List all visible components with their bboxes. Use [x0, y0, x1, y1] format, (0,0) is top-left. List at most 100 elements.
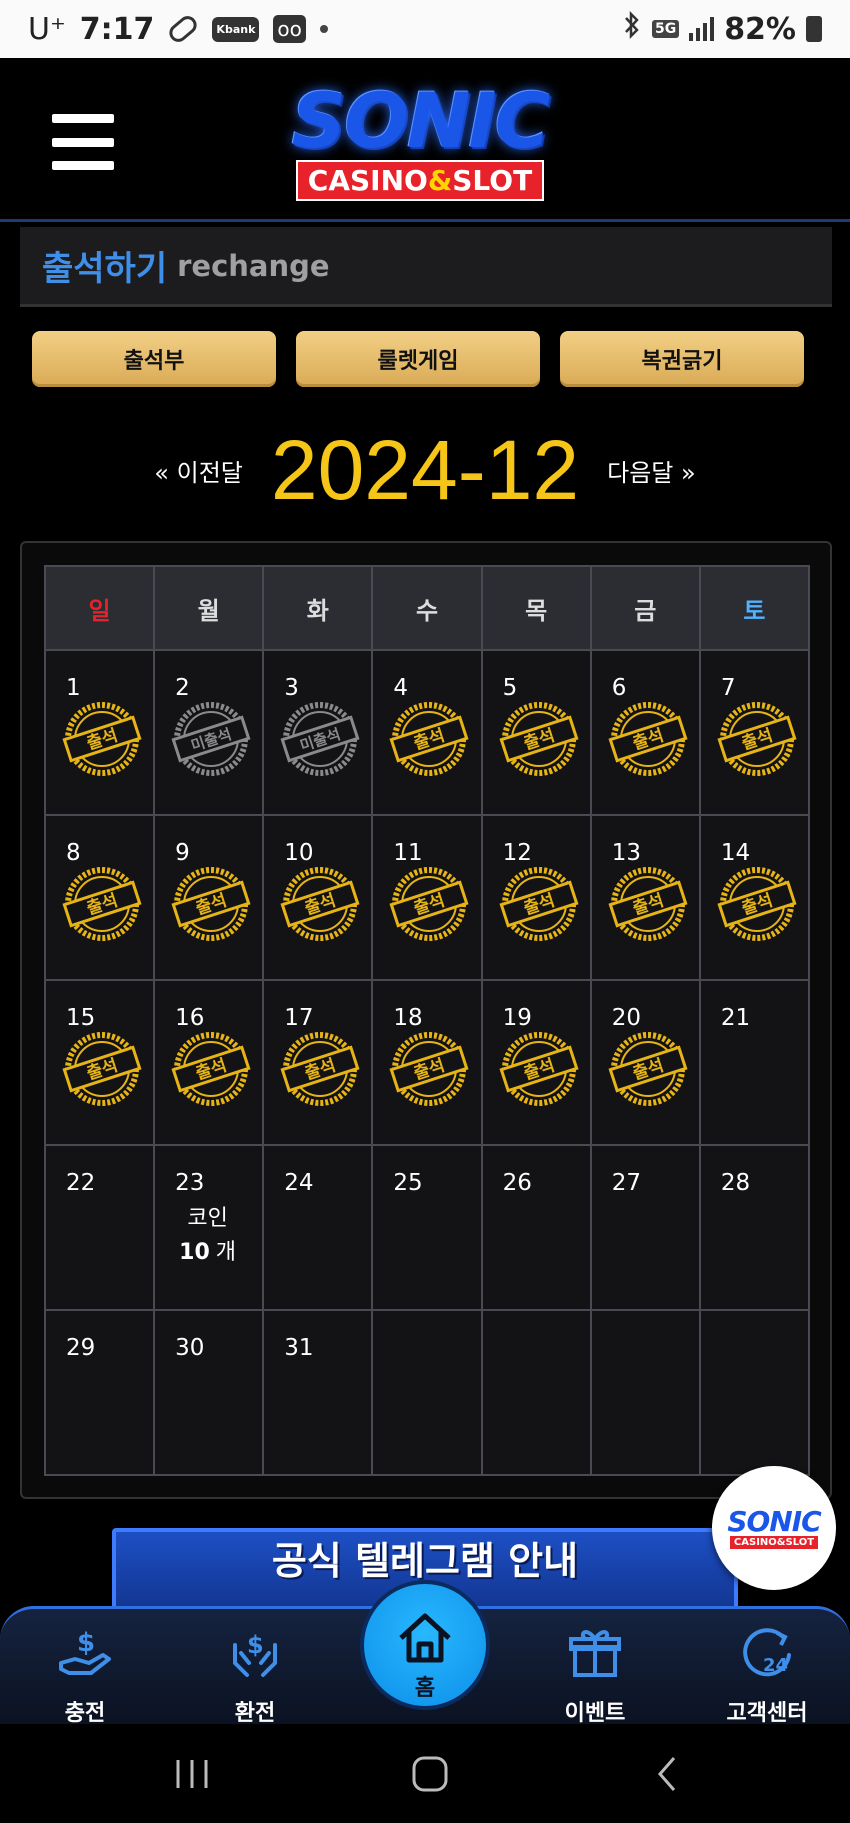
day-number: 24 — [284, 1170, 314, 1196]
calendar-day-cell[interactable]: 11 출석 — [371, 814, 483, 981]
coin-label: 코인 — [187, 1206, 228, 1231]
tab-bar: 출석부 룰렛게임 복권긁기 — [32, 331, 804, 387]
weekday-tue: 화 — [262, 565, 374, 651]
calendar-day-cell[interactable]: 19 출석 — [480, 979, 592, 1146]
attended-stamp-icon: 출석 — [171, 864, 251, 944]
gift-icon — [569, 1630, 621, 1677]
calendar-day-cell[interactable]: 1 출석 — [43, 649, 156, 816]
site-logo[interactable]: SONIC CASINO&SLOT — [240, 83, 600, 201]
nav-event-label: 이벤트 — [564, 1701, 626, 1726]
day-number: 12 — [502, 840, 532, 866]
calendar-day-cell[interactable]: 30 — [153, 1309, 265, 1476]
page-subtitle: rechange — [177, 248, 330, 283]
day-number: 28 — [720, 1170, 751, 1196]
calendar-day-cell[interactable]: 27 — [589, 1144, 701, 1311]
nav-event[interactable]: 이벤트 — [540, 1623, 650, 1727]
day-number: 2 — [175, 675, 190, 701]
floating-logo-button[interactable]: SONIC CASINO&SLOT — [712, 1466, 836, 1590]
calendar-empty-cell — [698, 1309, 811, 1476]
day-number: 25 — [393, 1170, 423, 1196]
day-number: 29 — [66, 1335, 96, 1361]
calendar-empty-cell — [371, 1309, 483, 1476]
calendar-week-row: 1 출석 2 미출석 3 미출석 4 출석 5 출석 6 출석 7 출석 — [43, 649, 811, 816]
weekday-sat: 토 — [698, 565, 811, 651]
day-number: 15 — [66, 1005, 96, 1031]
back-icon[interactable] — [638, 1746, 698, 1802]
day-number: 18 — [393, 1005, 423, 1031]
calendar-day-cell[interactable]: 6 출석 — [589, 649, 701, 816]
recent-apps-icon[interactable] — [162, 1746, 222, 1802]
calendar-day-cell[interactable]: 7 출석 — [698, 649, 811, 816]
calendar-grid: 일 월 화 수 목 금 토 1 출석 2 미출석 3 미출석 4 출석 5 출석 6 출석 7 출석 8 출석… — [43, 565, 811, 1476]
day-number: 8 — [66, 840, 81, 866]
calendar-day-cell[interactable]: 5 출석 — [480, 649, 592, 816]
app-header: SONIC CASINO&SLOT — [0, 58, 850, 222]
next-month-link[interactable]: 다음달 » — [607, 453, 696, 488]
calendar-week-row: 8 출석 9 출석 10 출석 11 출석 12 출석 13 출석 14 출석 — [43, 814, 811, 981]
nav-charge[interactable]: $ 충전 — [30, 1623, 140, 1727]
battery-icon — [806, 16, 822, 42]
attended-stamp-icon: 출석 — [280, 1029, 360, 1109]
calendar-day-cell[interactable]: 25 — [371, 1144, 483, 1311]
calendar-day-cell[interactable]: 21 — [698, 979, 811, 1146]
weekday-wed: 수 — [371, 565, 483, 651]
calendar-day-cell[interactable]: 29 — [43, 1309, 156, 1476]
calendar-empty-cell — [480, 1309, 592, 1476]
calendar-day-cell[interactable]: 13 출석 — [589, 814, 701, 981]
calendar-day-cell[interactable]: 17 출석 — [262, 979, 374, 1146]
calendar-day-cell[interactable]: 3 미출석 — [262, 649, 374, 816]
carrier-label: U⁺ — [28, 11, 66, 47]
calendar-day-cell[interactable]: 12 출석 — [480, 814, 592, 981]
calendar-day-cell[interactable]: 31 — [262, 1309, 374, 1476]
calendar-panel: 일 월 화 수 목 금 토 1 출석 2 미출석 3 미출석 4 출석 5 출석 6 출석 7 출석 8 출석… — [20, 541, 832, 1499]
day-number: 21 — [720, 1005, 751, 1031]
menu-icon[interactable] — [52, 114, 114, 170]
day-number: 27 — [611, 1170, 641, 1196]
calendar-day-cell[interactable]: 23 코인 10 개 — [153, 1144, 265, 1311]
attended-stamp-icon: 출석 — [171, 1029, 251, 1109]
calendar-day-cell[interactable]: 10 출석 — [262, 814, 374, 981]
weekday-sun: 일 — [43, 565, 156, 651]
calendar-day-cell[interactable]: 20 출석 — [589, 979, 701, 1146]
tab-lottery[interactable]: 복권긁기 — [560, 331, 804, 387]
calendar-week-row: 22 23 코인 10 개 24 25 26 27 28 — [43, 1144, 811, 1311]
attended-stamp-icon: 출석 — [389, 864, 469, 944]
calendar-day-cell[interactable]: 15 출석 — [43, 979, 156, 1146]
home-system-icon[interactable] — [400, 1746, 460, 1802]
day-number: 31 — [284, 1335, 314, 1361]
nav-exchange-label: 환전 — [234, 1701, 276, 1726]
calendar-day-cell[interactable]: 24 — [262, 1144, 374, 1311]
calendar-day-cell[interactable]: 8 출석 — [43, 814, 156, 981]
calendar-week-row: 15 출석 16 출석 17 출석 18 출석 19 출석 20 출석 21 — [43, 979, 811, 1146]
svg-text:24: 24 — [763, 1655, 788, 1676]
nav-home[interactable]: 홈 — [360, 1580, 490, 1710]
coin-amount-line: 10 개 — [179, 1236, 236, 1270]
calendar-day-cell[interactable]: 18 출석 — [371, 979, 483, 1146]
weekday-mon: 월 — [153, 565, 265, 651]
calendar-day-cell[interactable]: 26 — [480, 1144, 592, 1311]
calendar-day-cell[interactable]: 2 미출석 — [153, 649, 265, 816]
day-number: 14 — [720, 840, 751, 866]
calendar-day-cell[interactable]: 9 출석 — [153, 814, 265, 981]
tab-attendance[interactable]: 출석부 — [32, 331, 276, 387]
section-title-bar: 출석하기 rechange — [20, 227, 832, 307]
day-number: 13 — [611, 840, 641, 866]
calendar-day-cell[interactable]: 28 — [698, 1144, 811, 1311]
coin-unit: 개 — [215, 1240, 237, 1265]
day-number: 6 — [611, 675, 627, 701]
calendar-day-cell[interactable]: 4 출석 — [371, 649, 483, 816]
attended-stamp-icon: 출석 — [62, 1029, 142, 1109]
attended-stamp-icon: 출석 — [608, 864, 688, 944]
nav-exchange[interactable]: $ 환전 — [200, 1623, 310, 1727]
calendar-day-cell[interactable]: 14 출석 — [698, 814, 811, 981]
attended-stamp-icon: 출석 — [717, 864, 797, 944]
day-number: 3 — [284, 675, 299, 701]
exchange-icon: $ — [233, 1631, 277, 1677]
tab-roulette[interactable]: 룰렛게임 — [296, 331, 540, 387]
page-title: 출석하기 — [42, 249, 168, 289]
calendar-day-cell[interactable]: 16 출석 — [153, 979, 265, 1146]
nav-support[interactable]: 24 고객센터 — [712, 1623, 822, 1727]
prev-month-link[interactable]: « 이전달 — [154, 453, 243, 488]
charge-icon: $ — [59, 1628, 111, 1675]
calendar-day-cell[interactable]: 22 — [43, 1144, 156, 1311]
